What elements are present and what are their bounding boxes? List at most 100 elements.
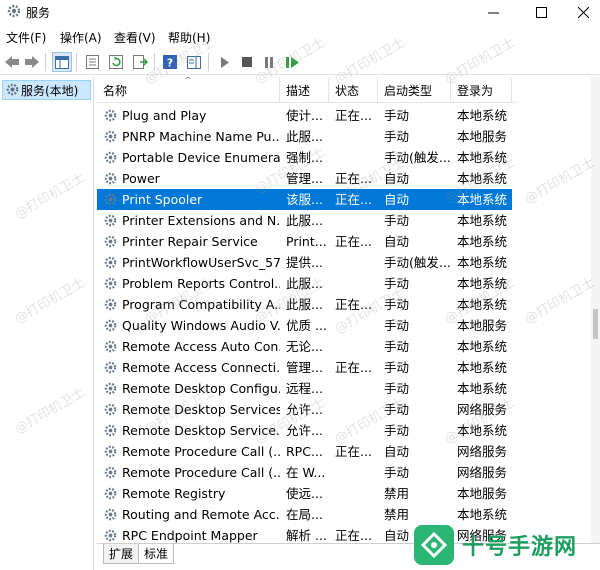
service-name: Portable Device Enumera...	[122, 150, 280, 165]
service-gear-icon	[104, 529, 117, 542]
service-row[interactable]: Printer Extensions and N... 此服... 手动 本地系统	[97, 210, 512, 231]
service-logon-as: 本地系统	[457, 234, 508, 249]
service-row[interactable]: Remote Procedure Call (... RPC... 正在... 自动 网…	[97, 441, 512, 462]
service-startup-type: 手动(触发...	[384, 150, 450, 165]
service-gear-icon	[104, 214, 117, 227]
tree-item-services-local[interactable]: 服务(本地)	[2, 80, 91, 100]
service-name: Program Compatibility A...	[122, 297, 280, 312]
service-logon-as: 本地系统	[457, 108, 508, 123]
service-row[interactable]: Portable Device Enumera... 强制... 手动(触发... 本…	[97, 147, 512, 168]
service-row[interactable]: Power 管理... 正在... 自动 本地系统	[97, 168, 512, 189]
service-gear-icon	[104, 319, 117, 332]
service-row[interactable]: Remote Desktop Service... 允许... 手动 本地系统	[97, 420, 512, 441]
service-gear-icon	[104, 508, 117, 521]
service-gear-icon	[104, 361, 117, 374]
service-name: Printer Repair Service	[122, 234, 258, 249]
service-logon-as: 本地系统	[457, 192, 508, 207]
scrollbar-thumb[interactable]	[593, 309, 598, 339]
service-logon-as: 网络服务	[457, 402, 508, 417]
start-service-button[interactable]	[215, 52, 235, 72]
service-row[interactable]: Program Compatibility A... 此服... 正在... 手动 本地…	[97, 294, 512, 315]
service-logon-as: 本地系统	[457, 171, 508, 186]
stop-service-button[interactable]	[237, 52, 257, 72]
menu-file[interactable]: 文件(F)	[6, 29, 46, 46]
export-list-button[interactable]	[130, 52, 150, 72]
service-name: Power	[122, 171, 160, 186]
service-row[interactable]: Problem Reports Control... 此服... 手动 本地系统	[97, 273, 512, 294]
services-list: 名称 ^ 描述 状态 启动类型 登录为 Plug and Play 使计... 正在…	[97, 77, 600, 543]
service-description: 强制...	[286, 150, 323, 165]
menu-help[interactable]: 帮助(H)	[168, 29, 210, 46]
column-header-status[interactable]: 状态	[329, 77, 378, 103]
services-gear-icon	[7, 4, 21, 18]
stop-icon	[242, 57, 252, 67]
service-row[interactable]: PrintWorkflowUserSvc_57... 提供... 手动(触发... 本…	[97, 252, 512, 273]
service-gear-icon	[104, 382, 117, 395]
service-status	[335, 147, 375, 168]
service-logon-as: 本地系统	[457, 213, 508, 228]
help-button[interactable]: ?	[160, 52, 180, 72]
service-row[interactable]: Remote Procedure Call (... 在 W... 手动 网络服务	[97, 462, 512, 483]
service-startup-type: 手动	[384, 297, 410, 312]
pause-service-button[interactable]	[259, 52, 279, 72]
maximize-icon	[535, 6, 547, 18]
service-row[interactable]: PNRP Machine Name Pu... 此服... 手动 本地服务	[97, 126, 512, 147]
maximize-button[interactable]	[518, 0, 564, 24]
back-arrow-icon	[5, 56, 19, 68]
tab-extended[interactable]: 扩展	[103, 544, 140, 564]
service-startup-type: 手动	[384, 423, 410, 438]
vertical-scrollbar[interactable]	[591, 77, 600, 543]
service-status: 正在...	[335, 108, 372, 123]
tab-standard[interactable]: 标准	[138, 544, 175, 564]
show-action-pane-button[interactable]	[184, 52, 204, 72]
service-logon-as: 本地系统	[457, 255, 508, 270]
service-logon-as: 本地系统	[457, 381, 508, 396]
menu-action[interactable]: 操作(A)	[60, 29, 102, 46]
service-name: Quality Windows Audio V...	[122, 318, 280, 333]
console-tree-icon	[55, 55, 69, 69]
show-tree-button[interactable]	[52, 52, 72, 72]
service-row[interactable]: Remote Access Connecti... 管理... 正在... 手动 本地系…	[97, 357, 512, 378]
refresh-button[interactable]	[106, 52, 126, 72]
close-icon	[577, 6, 589, 18]
column-header-startup-type[interactable]: 启动类型	[378, 77, 451, 103]
column-header-logon-as[interactable]: 登录为	[451, 77, 512, 103]
back-button[interactable]	[2, 52, 22, 72]
service-status: 正在...	[335, 528, 372, 543]
service-logon-as: 本地服务	[457, 486, 508, 501]
service-row[interactable]: Plug and Play 使计... 正在... 手动 本地系统	[97, 105, 512, 126]
service-name: Remote Desktop Service...	[122, 423, 280, 438]
service-description: 优质 ...	[286, 318, 326, 333]
service-row[interactable]: Remote Desktop Configu... 远程... 手动 本地系统	[97, 378, 512, 399]
forward-button[interactable]	[22, 52, 42, 72]
service-row[interactable]: Remote Registry 使远... 禁用 本地服务	[97, 483, 512, 504]
service-row[interactable]: Quality Windows Audio V... 优质 ... 手动 本地服务	[97, 315, 512, 336]
service-gear-icon	[104, 340, 117, 353]
column-header-name[interactable]: 名称 ^	[97, 77, 280, 103]
menu-view[interactable]: 查看(V)	[114, 29, 156, 46]
tree-item-label: 服务(本地)	[21, 83, 79, 98]
service-row[interactable]: Remote Desktop Services 允许... 手动 网络服务	[97, 399, 512, 420]
service-logon-as: 本地系统	[457, 297, 508, 312]
service-description: 允许...	[286, 402, 323, 417]
service-status	[335, 399, 375, 420]
service-row[interactable]: Printer Repair Service Print... 正在... 自动 本地系…	[97, 231, 512, 252]
service-startup-type: 禁用	[384, 486, 410, 501]
restart-service-button[interactable]	[283, 52, 303, 72]
service-startup-type: 手动	[384, 129, 410, 144]
service-startup-type: 手动	[384, 108, 410, 123]
service-status	[335, 126, 375, 147]
service-row[interactable]: Print Spooler 该服... 正在... 自动 本地系统	[97, 189, 512, 210]
column-header-description[interactable]: 描述	[280, 77, 329, 103]
toolbar-separator	[208, 53, 209, 71]
service-row[interactable]: Remote Access Auto Con... 无论... 手动 本地系统	[97, 336, 512, 357]
properties-button[interactable]	[82, 52, 102, 72]
service-status	[335, 378, 375, 399]
service-status	[335, 504, 375, 525]
close-button[interactable]	[560, 0, 600, 24]
help-icon: ?	[163, 55, 177, 69]
service-status	[335, 273, 375, 294]
minimize-button[interactable]	[470, 0, 516, 24]
service-name: PrintWorkflowUserSvc_57...	[122, 255, 280, 270]
service-gear-icon	[104, 487, 117, 500]
